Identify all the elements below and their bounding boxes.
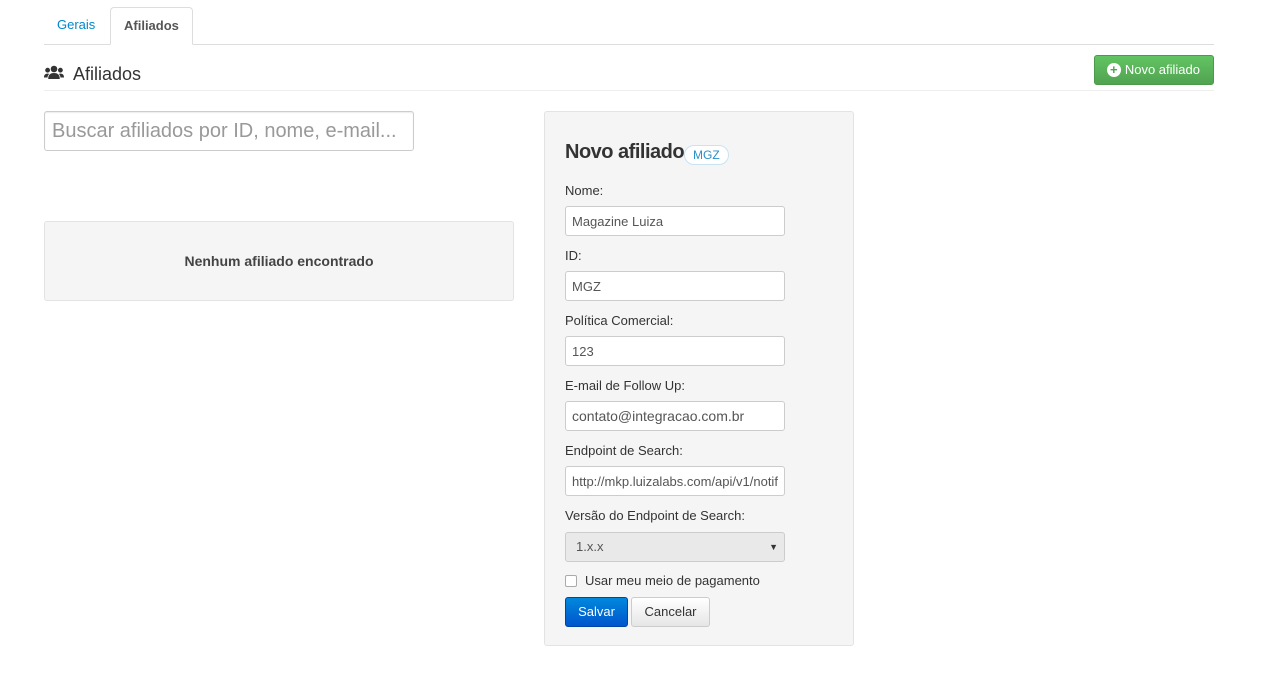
tab-gerais[interactable]: Gerais: [44, 7, 108, 44]
nome-field[interactable]: [565, 206, 785, 236]
page-header: Afiliados + Novo afiliado: [44, 54, 1214, 91]
email-field[interactable]: [565, 401, 785, 431]
plus-circle-icon: +: [1106, 63, 1121, 77]
politica-field[interactable]: [565, 336, 785, 366]
search-input[interactable]: [44, 111, 414, 151]
form-title: Novo afiliado: [565, 141, 685, 163]
id-label: ID:: [565, 248, 582, 263]
versao-select-value: 1.x.x: [576, 539, 604, 554]
endpoint-label: Endpoint de Search:: [565, 443, 683, 458]
cancel-button[interactable]: Cancelar: [631, 597, 710, 627]
payment-checkbox-label[interactable]: Usar meu meio de pagamento: [585, 573, 760, 588]
endpoint-field[interactable]: [565, 466, 785, 496]
caret-down-icon: ▼: [769, 542, 778, 552]
versao-select[interactable]: 1.x.x ▼: [565, 532, 785, 562]
new-affiliate-button-label: Novo afiliado: [1124, 62, 1200, 77]
page-title: Afiliados: [73, 64, 142, 84]
empty-state-message: Nenhum afiliado encontrado: [184, 253, 374, 269]
new-affiliate-form: Novo afiliado MGZ Nome: ID: Política Com…: [544, 111, 854, 646]
affiliate-id-badge: MGZ: [684, 145, 729, 165]
id-field[interactable]: [565, 271, 785, 301]
nome-label: Nome:: [565, 183, 604, 198]
users-icon: [44, 65, 64, 81]
page: Gerais Afiliados Afiliados + Novo afilia…: [0, 0, 1261, 675]
versao-label: Versão do Endpoint de Search:: [565, 508, 745, 523]
tab-afiliados[interactable]: Afiliados: [110, 7, 193, 45]
politica-label: Política Comercial:: [565, 313, 674, 328]
payment-checkbox[interactable]: [565, 575, 577, 587]
save-button[interactable]: Salvar: [565, 597, 628, 627]
email-label: E-mail de Follow Up:: [565, 378, 685, 393]
empty-state: Nenhum afiliado encontrado: [44, 221, 514, 301]
new-affiliate-button[interactable]: + Novo afiliado: [1093, 55, 1214, 85]
tab-bar: Gerais Afiliados: [44, 7, 1214, 45]
